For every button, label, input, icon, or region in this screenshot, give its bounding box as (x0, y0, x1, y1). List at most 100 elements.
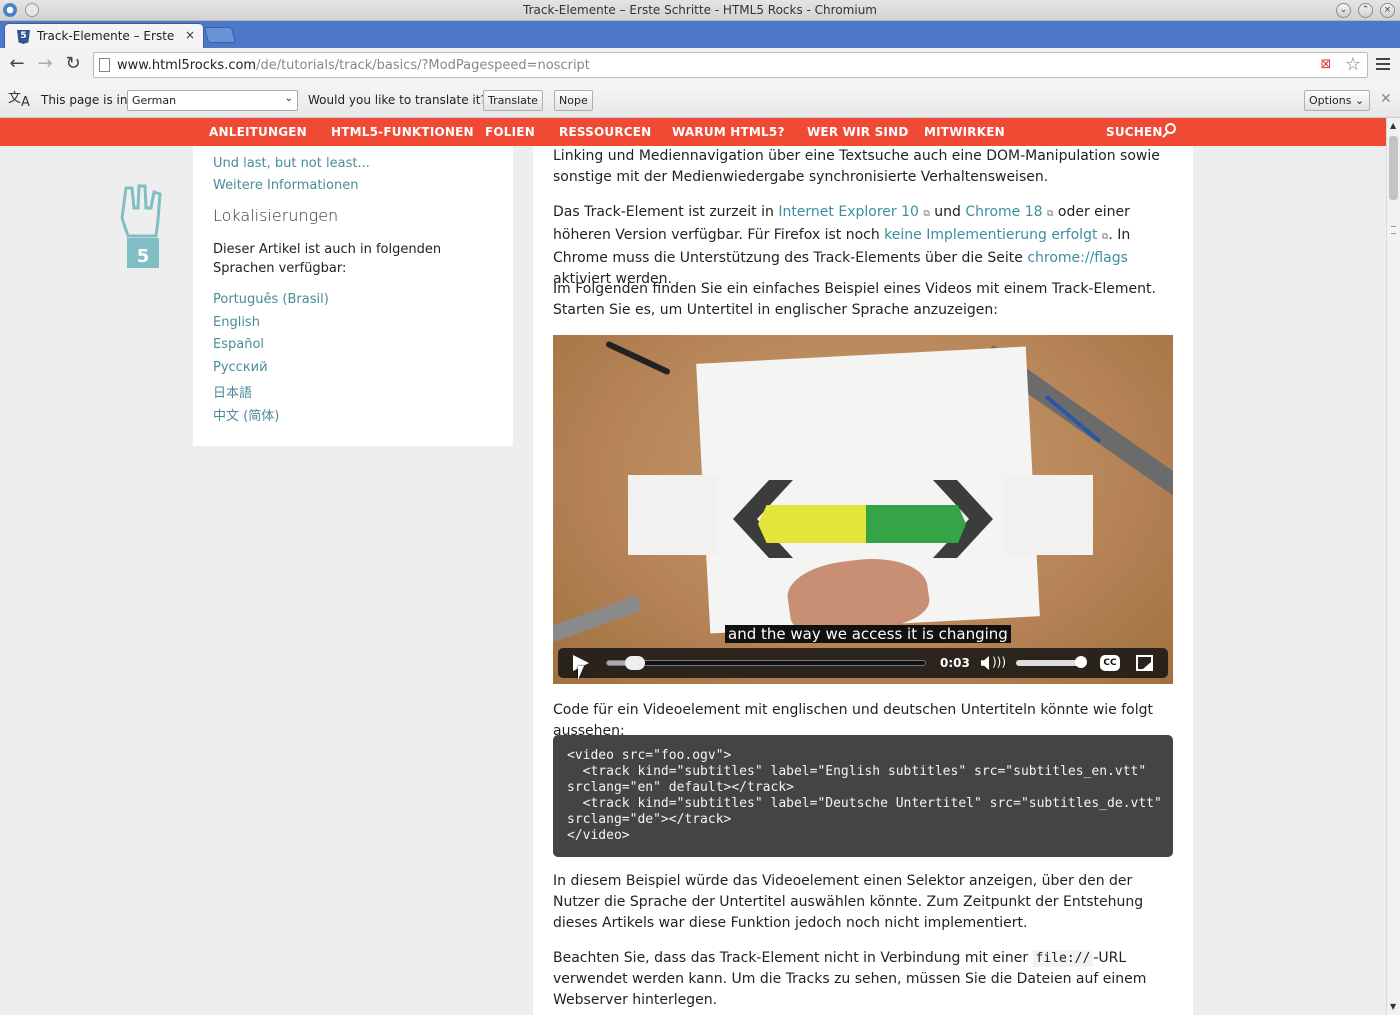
reload-icon[interactable]: ↻ (62, 53, 84, 75)
link-internet-explorer-10[interactable]: Internet Explorer 10 (778, 204, 919, 220)
nav-item-anleitungen[interactable]: ANLEITUNGEN (209, 125, 307, 139)
volume-waves-icon: ))) (992, 655, 1007, 669)
forward-icon[interactable]: → (34, 53, 56, 75)
fullscreen-icon[interactable] (1136, 655, 1153, 671)
seek-bar[interactable] (606, 656, 926, 670)
url-path: /de/tutorials/track/basics/?ModPagespeed… (256, 58, 590, 73)
url-host: www.html5rocks.com (117, 58, 257, 73)
nav-item-mitwirken[interactable]: MITWIRKEN (924, 125, 1005, 139)
video-player[interactable]: and the way we access it is changing 0:0… (553, 335, 1173, 684)
localizations-heading: Lokalisierungen (213, 206, 339, 225)
scrollbar-grip (1391, 226, 1396, 234)
rock-hand-badge-icon: 5 (120, 184, 162, 268)
tab-active[interactable]: 5 Track-Elemente – Erste Schritte - HTML… (4, 23, 204, 48)
text: Beachten Sie, dass das Track-Element nic… (553, 950, 1033, 966)
address-bar[interactable]: www.html5rocks.com/de/tutorials/track/ba… (93, 52, 1368, 78)
close-window-button[interactable]: × (1380, 3, 1395, 18)
article-body: Linking und Mediennavigation über eine T… (533, 146, 1193, 1015)
tab-title: Track-Elemente – Erste Schritte - HTML5 … (37, 29, 177, 43)
tab-strip: 5 Track-Elemente – Erste Schritte - HTML… (0, 21, 1400, 48)
page-language-label: This page is in (41, 93, 128, 107)
chrome-menu-icon[interactable] (1376, 56, 1390, 70)
translate-icon: 文A (8, 91, 30, 110)
minimize-button[interactable]: ⌄ (1336, 3, 1351, 18)
language-link-ru[interactable]: Русский (213, 360, 268, 375)
video-paper-flap-left (628, 475, 718, 555)
link-keine-implementierung[interactable]: keine Implementierung erfolgt (884, 227, 1097, 243)
bookmark-star-icon[interactable]: ☆ (1345, 54, 1361, 75)
translate-blocked-icon[interactable]: ⊠ (1317, 57, 1335, 74)
paragraph-selector-note: In diesem Beispiel würde das Videoelemen… (553, 873, 1144, 931)
infobar-close-icon[interactable]: ✕ (1380, 91, 1392, 107)
language-select[interactable]: German ⌄ (127, 90, 298, 111)
video-yellow-bar (758, 505, 866, 543)
code-line: <track kind="subtitles" label="Deutsche … (567, 796, 1162, 811)
seek-thumb[interactable] (625, 656, 645, 670)
window-titlebar: Track-Elemente – Erste Schritte - HTML5 … (0, 0, 1400, 21)
code-line: <video src="foo.ogv"> (567, 748, 732, 763)
language-link-pt-br[interactable]: Português (Brasil) (213, 292, 329, 307)
code-block: <video src="foo.ogv"> <track kind="subti… (553, 735, 1173, 857)
link-chrome-flags[interactable]: chrome://flags (1027, 250, 1128, 266)
window-title: Track-Elemente – Erste Schritte - HTML5 … (523, 3, 877, 17)
scrollbar-thumb[interactable] (1389, 136, 1398, 200)
text: Das Track-Element ist zurzeit in (553, 204, 779, 220)
code-line: srclang="en" default></track> (567, 780, 794, 795)
language-link-en[interactable]: English (213, 315, 260, 330)
nav-item-wer-wir-sind[interactable]: WER WIR SIND (807, 125, 908, 139)
closed-captions-button[interactable]: CC (1100, 655, 1120, 671)
volume-icon[interactable] (981, 656, 989, 670)
paragraph-support: Das Track-Element ist zurzeit in Interne… (553, 202, 1178, 290)
nav-item-ressourcen[interactable]: RESSOURCEN (559, 125, 651, 139)
translate-question: Would you like to translate it? (308, 93, 487, 107)
url-text[interactable]: www.html5rocks.com/de/tutorials/track/ba… (117, 58, 590, 73)
language-link-ja[interactable]: 日本語 (213, 382, 252, 401)
video-time: 0:03 (940, 656, 970, 670)
page-viewport: 5 Und last, but not least... Weitere Inf… (0, 146, 1386, 1015)
translate-button[interactable]: Translate (483, 90, 543, 111)
site-navigation: ANLEITUNGEN HTML5-FUNKTIONEN FOLIEN RESS… (0, 118, 1400, 146)
video-subtitle: and the way we access it is changing (725, 625, 1011, 643)
back-icon[interactable]: ← (6, 53, 28, 75)
tab-close-icon[interactable]: × (185, 28, 195, 42)
options-button[interactable]: Options ⌄ (1304, 90, 1370, 111)
nav-item-warum-html5[interactable]: WARUM HTML5? (672, 125, 785, 139)
sidebar-link-last[interactable]: Und last, but not least... (213, 156, 370, 171)
maximize-button[interactable]: ⌃ (1358, 3, 1373, 18)
nope-button[interactable]: Nope (554, 90, 593, 111)
options-label: Options (1309, 94, 1352, 107)
chevron-down-icon: ⌄ (1354, 94, 1365, 107)
html5-favicon-icon: 5 (17, 30, 30, 44)
code-line: </video> (567, 828, 630, 843)
text: und (929, 204, 966, 220)
nav-search-link[interactable]: SUCHEN (1106, 125, 1163, 139)
language-select-value: German (132, 94, 177, 107)
inline-code: file:// (1032, 950, 1094, 967)
nav-item-folien[interactable]: FOLIEN (485, 125, 535, 139)
page-icon (99, 58, 110, 72)
mouse-cursor-icon (578, 666, 590, 680)
localizations-description: Dieser Artikel ist auch in folgenden Spr… (213, 242, 442, 276)
volume-slider[interactable] (1016, 656, 1087, 668)
sidebar-link-weitere[interactable]: Weitere Informationen (213, 178, 358, 193)
nav-item-html5-funktionen[interactable]: HTML5-FUNKTIONEN (331, 125, 474, 139)
new-tab-button[interactable] (203, 27, 237, 43)
video-controls: 0:03 ))) CC (558, 648, 1168, 678)
page-scrollbar[interactable]: ▲ ▼ (1386, 118, 1400, 1015)
language-link-zh[interactable]: 中文 (简体) (213, 405, 279, 424)
chevron-down-icon: ⌄ (284, 93, 293, 104)
video-green-bar (866, 505, 966, 543)
volume-thumb[interactable] (1075, 656, 1087, 668)
scroll-down-arrow-icon[interactable]: ▼ (1390, 1002, 1396, 1011)
code-line: srclang="de"></track> (567, 812, 732, 827)
scroll-up-arrow-icon[interactable]: ▲ (1390, 121, 1396, 130)
link-chrome-18[interactable]: Chrome 18 (965, 204, 1042, 220)
browser-toolbar: ← → ↻ www.html5rocks.com/de/tutorials/tr… (0, 48, 1400, 82)
video-paper-flap-right (1003, 475, 1093, 555)
paragraph-intro: Linking und Mediennavigation über eine T… (553, 148, 1160, 185)
paragraph-example-intro: Im Folgenden finden Sie ein einfaches Be… (553, 281, 1156, 318)
search-icon[interactable] (1165, 123, 1176, 134)
translate-infobar: 文A This page is in German ⌄ Would you li… (0, 82, 1400, 118)
language-link-es[interactable]: Español (213, 337, 264, 352)
paragraph-file-url-note: Beachten Sie, dass das Track-Element nic… (553, 948, 1178, 1011)
